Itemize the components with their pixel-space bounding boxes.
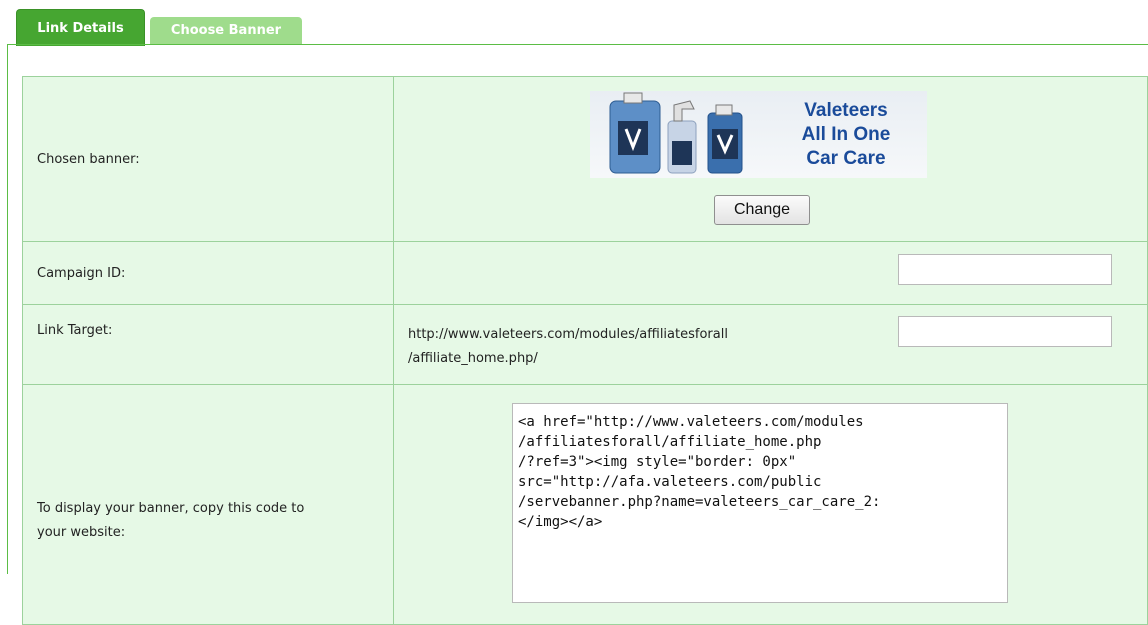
embed-code-textarea[interactable]: <a href="http://www.valeteers.com/module…	[512, 403, 1008, 603]
link-details-table: Chosen banner: Valeteers All In One Car …	[22, 76, 1148, 625]
embed-code-label: To display your banner, copy this code t…	[22, 384, 394, 625]
link-target-input[interactable]	[898, 316, 1112, 347]
banner-text-line: Valeteers	[804, 100, 888, 121]
row-link-target: Link Target: http://www.valeteers.com/mo…	[22, 304, 1148, 385]
row-chosen-banner: Chosen banner: Valeteers All In One Car …	[22, 76, 1148, 242]
row-campaign-id: Campaign ID:	[22, 241, 1148, 305]
banner-caption: Valeteers All In One Car Care	[786, 99, 906, 171]
embed-code-label-line: your website:	[37, 525, 126, 540]
banner-text-line: Car Care	[806, 148, 886, 169]
banner-text-line: All In One	[801, 124, 891, 145]
tab-choose-banner[interactable]: Choose Banner	[150, 17, 302, 44]
banner-image: Valeteers All In One Car Care	[590, 91, 927, 178]
chosen-banner-label: Chosen banner:	[22, 76, 394, 242]
campaign-id-input[interactable]	[898, 254, 1112, 285]
tab-bar: Link Details Choose Banner	[0, 0, 1148, 46]
embed-code-label-line: To display your banner, copy this code t…	[37, 501, 305, 516]
product-bottles-icon	[609, 92, 743, 174]
link-target-url: http://www.valeteers.com/modules/affilia…	[408, 323, 848, 371]
url-line: http://www.valeteers.com/modules/affilia…	[408, 327, 728, 342]
tab-link-details[interactable]: Link Details	[16, 9, 145, 46]
campaign-id-label: Campaign ID:	[22, 241, 394, 305]
row-embed-code: To display your banner, copy this code t…	[22, 384, 1148, 625]
change-banner-button[interactable]: Change	[714, 195, 810, 225]
url-line: /affiliate_home.php/	[408, 351, 538, 366]
link-target-label: Link Target:	[22, 304, 394, 385]
